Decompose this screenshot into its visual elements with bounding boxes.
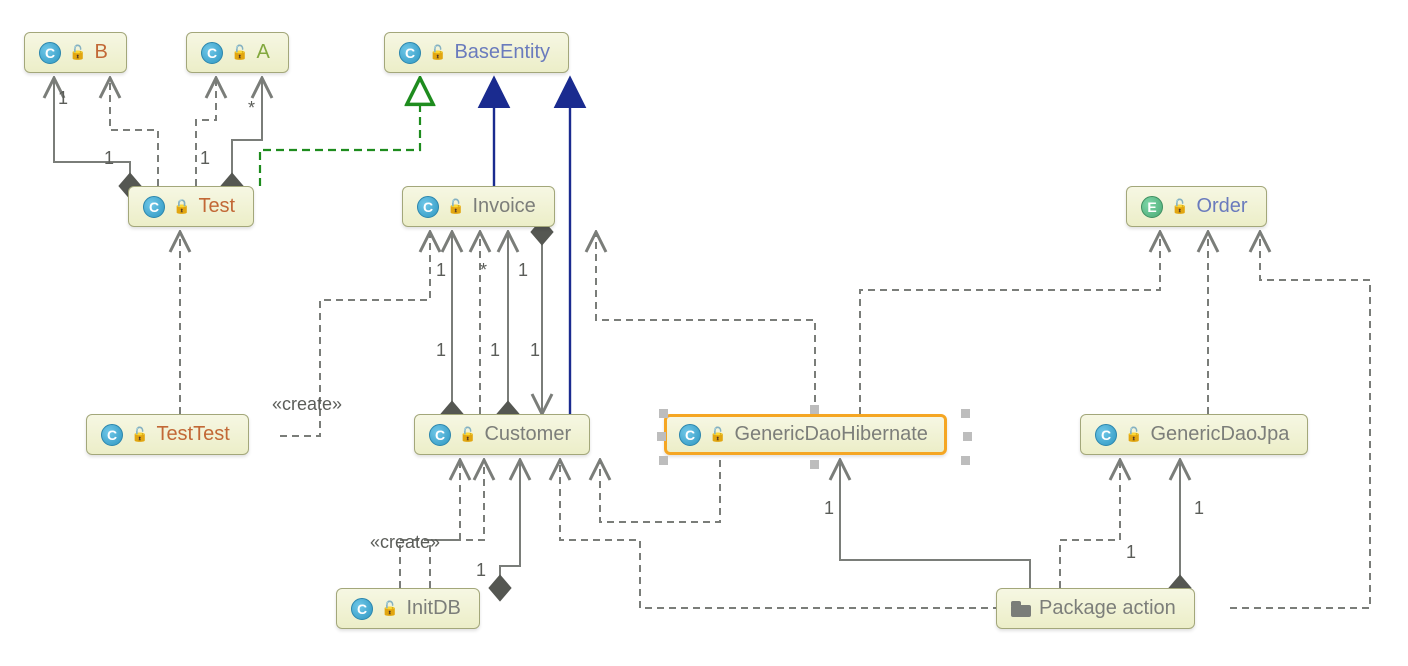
unlock-icon: 🔓	[459, 426, 476, 443]
selection-handle[interactable]	[810, 405, 819, 414]
multiplicity-label: 1	[476, 560, 486, 581]
multiplicity-label: 1	[824, 498, 834, 519]
class-node-genericdaojpa[interactable]: C 🔓 GenericDaoJpa	[1080, 414, 1308, 455]
selection-handle[interactable]	[963, 432, 972, 441]
unlock-icon: 🔓	[447, 198, 464, 215]
class-icon: C	[679, 424, 701, 446]
class-icon: C	[201, 42, 223, 64]
class-label: B	[94, 41, 107, 64]
unlock-icon: 🔓	[131, 426, 148, 443]
selection-handle[interactable]	[810, 460, 819, 469]
class-icon: C	[399, 42, 421, 64]
multiplicity-label: 1	[104, 148, 114, 169]
multiplicity-label: 1	[436, 260, 446, 281]
unlock-icon: 🔓	[1125, 426, 1142, 443]
enum-icon: E	[1141, 196, 1163, 218]
package-node-action[interactable]: Package action	[996, 588, 1195, 629]
unlock-icon: 🔓	[1171, 198, 1188, 215]
class-label: Customer	[484, 423, 571, 446]
selection-handle[interactable]	[961, 409, 970, 418]
class-label: InitDB	[406, 597, 460, 620]
class-label: A	[256, 41, 269, 64]
stereotype-label: «create»	[370, 532, 440, 553]
multiplicity-label: *	[480, 260, 487, 281]
class-icon: C	[1095, 424, 1117, 446]
multiplicity-label: 1	[58, 88, 68, 109]
class-icon: C	[429, 424, 451, 446]
selection-handle[interactable]	[961, 456, 970, 465]
unlock-icon: 🔓	[69, 44, 86, 61]
stereotype-label: «create»	[272, 394, 342, 415]
class-label: GenericDaoJpa	[1150, 423, 1289, 446]
class-node-testtest[interactable]: C 🔓 TestTest	[86, 414, 249, 455]
multiplicity-label: 1	[1194, 498, 1204, 519]
class-label: Test	[198, 195, 235, 218]
unlock-icon: 🔓	[709, 426, 726, 443]
selection-handle[interactable]	[659, 409, 668, 418]
class-label: TestTest	[156, 423, 229, 446]
class-node-invoice[interactable]: C 🔓 Invoice	[402, 186, 555, 227]
class-icon: C	[39, 42, 61, 64]
class-node-b[interactable]: C 🔓 B	[24, 32, 127, 73]
multiplicity-label: 1	[200, 148, 210, 169]
class-node-baseentity[interactable]: C 🔓 BaseEntity	[384, 32, 569, 73]
package-label: Package action	[1039, 597, 1176, 620]
class-node-customer[interactable]: C 🔓 Customer	[414, 414, 590, 455]
multiplicity-label: 1	[530, 340, 540, 361]
enum-node-order[interactable]: E 🔓 Order	[1126, 186, 1267, 227]
unlock-icon: 🔓	[231, 44, 248, 61]
class-icon: C	[351, 598, 373, 620]
class-node-initdb[interactable]: C 🔓 InitDB	[336, 588, 480, 629]
class-icon: C	[101, 424, 123, 446]
class-node-test[interactable]: C 🔒 Test	[128, 186, 254, 227]
multiplicity-label: 1	[518, 260, 528, 281]
class-label: BaseEntity	[454, 41, 550, 64]
multiplicity-label: *	[248, 98, 255, 119]
class-label: Invoice	[472, 195, 535, 218]
class-node-genericdaohibernate[interactable]: C 🔓 GenericDaoHibernate	[664, 414, 947, 455]
multiplicity-label: 1	[1126, 542, 1136, 563]
multiplicity-label: 1	[436, 340, 446, 361]
selection-handle[interactable]	[659, 456, 668, 465]
class-icon: C	[143, 196, 165, 218]
class-node-a[interactable]: C 🔓 A	[186, 32, 289, 73]
diagram-canvas	[0, 0, 1408, 666]
lock-icon: 🔒	[173, 198, 190, 215]
class-label: GenericDaoHibernate	[734, 423, 927, 446]
multiplicity-label: 1	[490, 340, 500, 361]
class-icon: C	[417, 196, 439, 218]
package-icon	[1011, 601, 1031, 617]
class-label: Order	[1196, 195, 1247, 218]
unlock-icon: 🔓	[381, 600, 398, 617]
unlock-icon: 🔓	[429, 44, 446, 61]
selection-handle[interactable]	[657, 432, 666, 441]
